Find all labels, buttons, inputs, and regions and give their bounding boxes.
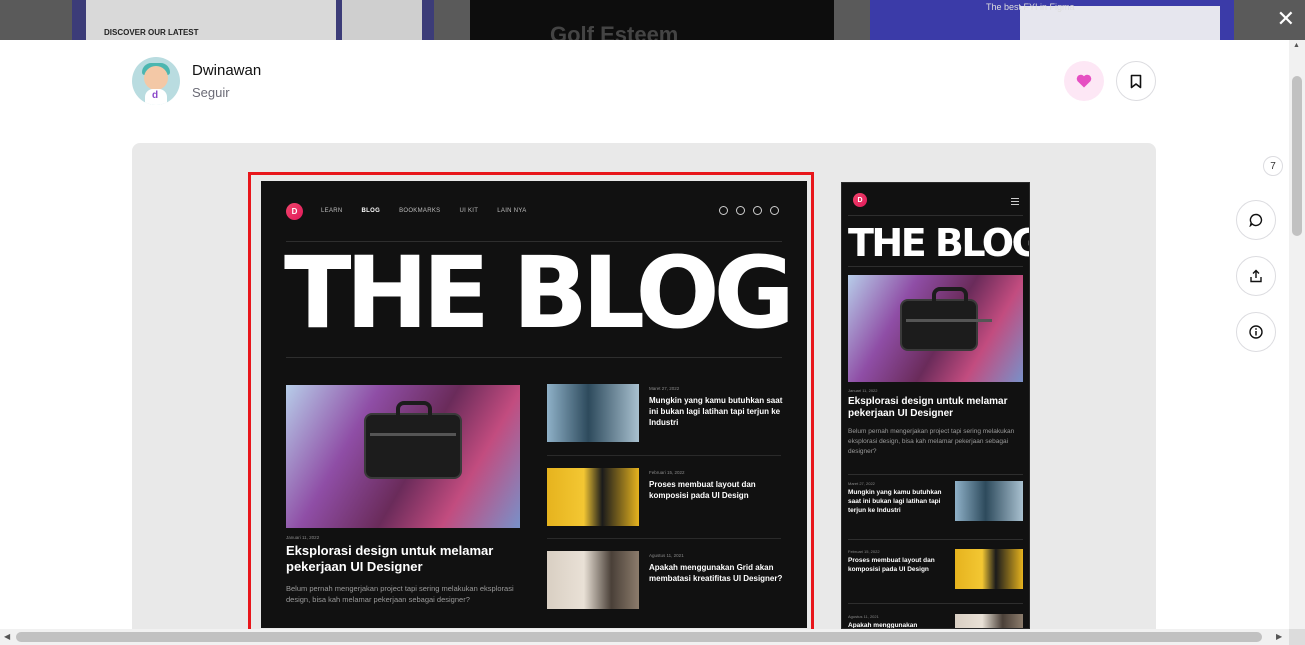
info-button[interactable]	[1236, 312, 1276, 352]
article-thumbnail	[955, 549, 1023, 589]
divider	[547, 538, 781, 539]
close-icon[interactable]: ✕	[1277, 8, 1295, 30]
background-shot-caption: Golf Esteem	[550, 22, 679, 40]
blog-logo: D	[286, 203, 303, 220]
hamburger-menu-icon	[1011, 198, 1019, 207]
article-thumbnail	[955, 481, 1023, 521]
avatar[interactable]: d	[132, 57, 180, 105]
bookmark-icon	[1130, 74, 1142, 88]
mobile-article-item: Februari 15, 2022 Proses membuat layout …	[848, 549, 1023, 591]
background-shot-caption: DISCOVER OUR LATEST	[104, 28, 199, 37]
mobile-article-item: Agustus 11, 2021 Apakah menggunakan	[848, 614, 1023, 629]
nav-item-ui-kit: UI KIT	[459, 208, 479, 214]
article-date: Februari 15, 2022	[649, 470, 685, 475]
medium-icon	[770, 206, 779, 215]
horizontal-scroll-thumb[interactable]	[16, 632, 1262, 642]
article-thumbnail	[547, 384, 639, 442]
featured-image	[286, 385, 520, 528]
divider	[286, 357, 782, 358]
dribbble-icon	[753, 206, 762, 215]
nav-item-learn: LEARN	[321, 208, 343, 214]
divider	[848, 474, 1023, 475]
mobile-article-item: Maret 27, 2022 Mungkin yang kamu butuhka…	[848, 481, 1023, 523]
follow-link[interactable]: Seguir	[192, 85, 261, 100]
mobile-featured-title: Eksplorasi design untuk melamar pekerjaa…	[848, 396, 1008, 419]
article-thumbnail	[547, 468, 639, 526]
shot-modal: d Dwinawan Seguir D LEARN BLOG BOOKMARKS…	[0, 40, 1289, 630]
save-button[interactable]	[1116, 61, 1156, 101]
bag-illustration	[364, 401, 462, 479]
article-title: Apakah menggunakan	[848, 622, 918, 629]
article-date: Februari 15, 2022	[848, 549, 880, 554]
article-title: Mungkin yang kamu butuhkan saat ini buka…	[848, 489, 942, 514]
info-icon	[1249, 325, 1263, 339]
article-date: Maret 27, 2022	[649, 386, 680, 391]
horizontal-scrollbar[interactable]: ◀ ▶	[0, 629, 1289, 645]
nav-item-bookmarks: BOOKMARKS	[399, 208, 441, 214]
avatar-initial: d	[152, 90, 159, 101]
divider	[848, 603, 1023, 604]
vertical-scrollbar[interactable]: ▲	[1289, 40, 1305, 630]
divider	[547, 455, 781, 456]
nav-item-blog: BLOG	[361, 208, 381, 214]
nav-item-lain-nya: LAIN NYA	[497, 208, 527, 214]
featured-description: Belum pernah mengerjakan project tapi se…	[286, 584, 514, 604]
blog-logo: D	[853, 193, 867, 207]
scrollbar-corner	[1289, 629, 1305, 645]
article-title: Proses membuat layout dan komposisi pada…	[649, 480, 756, 500]
mobile-featured-image	[848, 275, 1023, 382]
comments-button[interactable]	[1236, 200, 1276, 240]
background-shot-caption: The best FYI in Figma	[986, 2, 1075, 12]
mobile-featured-description: Belum pernah mengerjakan project tapi se…	[848, 428, 1015, 455]
share-icon	[1250, 269, 1262, 283]
comment-count-badge: 7	[1263, 156, 1283, 176]
featured-date: Januari 11, 2022	[286, 535, 320, 540]
background-feed: DISCOVER OUR LATEST Golf Esteem The best…	[0, 0, 1305, 40]
article-date: Agustus 11, 2021	[848, 614, 879, 619]
article-date: Maret 27, 2022	[848, 481, 875, 486]
author-name[interactable]: Dwinawan	[192, 62, 261, 79]
mobile-blog-shot[interactable]: D THE BLOG Januari 11, 2022 Eksplorasi d…	[841, 182, 1030, 629]
heart-icon	[1076, 74, 1092, 88]
article-title: Mungkin yang kamu butuhkan saat ini buka…	[649, 396, 783, 427]
article-item: Agustus 11, 2021 Apakah menggunakan Grid…	[547, 551, 783, 609]
background-shot-thumbnail: Golf Esteem	[470, 0, 834, 40]
vertical-scroll-thumb[interactable]	[1292, 76, 1302, 236]
like-button[interactable]	[1064, 61, 1104, 101]
scroll-left-icon[interactable]: ◀	[4, 632, 10, 641]
instagram-icon	[736, 206, 745, 215]
article-thumbnail	[547, 551, 639, 609]
article-item: Maret 27, 2022 Mungkin yang kamu butuhka…	[547, 384, 783, 442]
hero-title: THE BLOG	[284, 236, 795, 351]
scroll-right-icon[interactable]: ▶	[1276, 632, 1282, 641]
article-item: Februari 15, 2022 Proses membuat layout …	[547, 468, 781, 526]
mobile-hero-title: THE BLOG	[848, 221, 1030, 265]
background-shot-thumbnail: DISCOVER OUR LATEST	[72, 0, 434, 40]
mobile-featured-date: Januari 11, 2022	[848, 388, 878, 393]
background-shot-thumbnail: The best FYI in Figma	[870, 0, 1234, 40]
share-button[interactable]	[1236, 256, 1276, 296]
social-links	[719, 206, 779, 215]
article-title: Proses membuat layout dan komposisi pada…	[848, 557, 935, 573]
comment-icon	[1249, 213, 1263, 227]
blog-nav: LEARN BLOG BOOKMARKS UI KIT LAIN NYA	[321, 208, 527, 214]
article-date: Agustus 11, 2021	[649, 553, 684, 558]
featured-title: Eksplorasi design untuk melamar pekerjaa…	[286, 543, 494, 574]
bag-illustration	[900, 287, 992, 351]
shot-canvas: D LEARN BLOG BOOKMARKS UI KIT LAIN NYA T…	[132, 143, 1156, 630]
scroll-up-icon[interactable]: ▲	[1293, 42, 1300, 49]
author-header: d Dwinawan Seguir	[132, 57, 261, 105]
article-thumbnail	[955, 614, 1023, 628]
divider	[848, 215, 1023, 216]
twitter-icon	[719, 206, 728, 215]
desktop-blog-shot[interactable]: D LEARN BLOG BOOKMARKS UI KIT LAIN NYA T…	[261, 181, 807, 628]
divider	[848, 266, 1023, 267]
divider	[848, 539, 1023, 540]
article-title: Apakah menggunakan Grid akan membatasi k…	[649, 563, 783, 583]
